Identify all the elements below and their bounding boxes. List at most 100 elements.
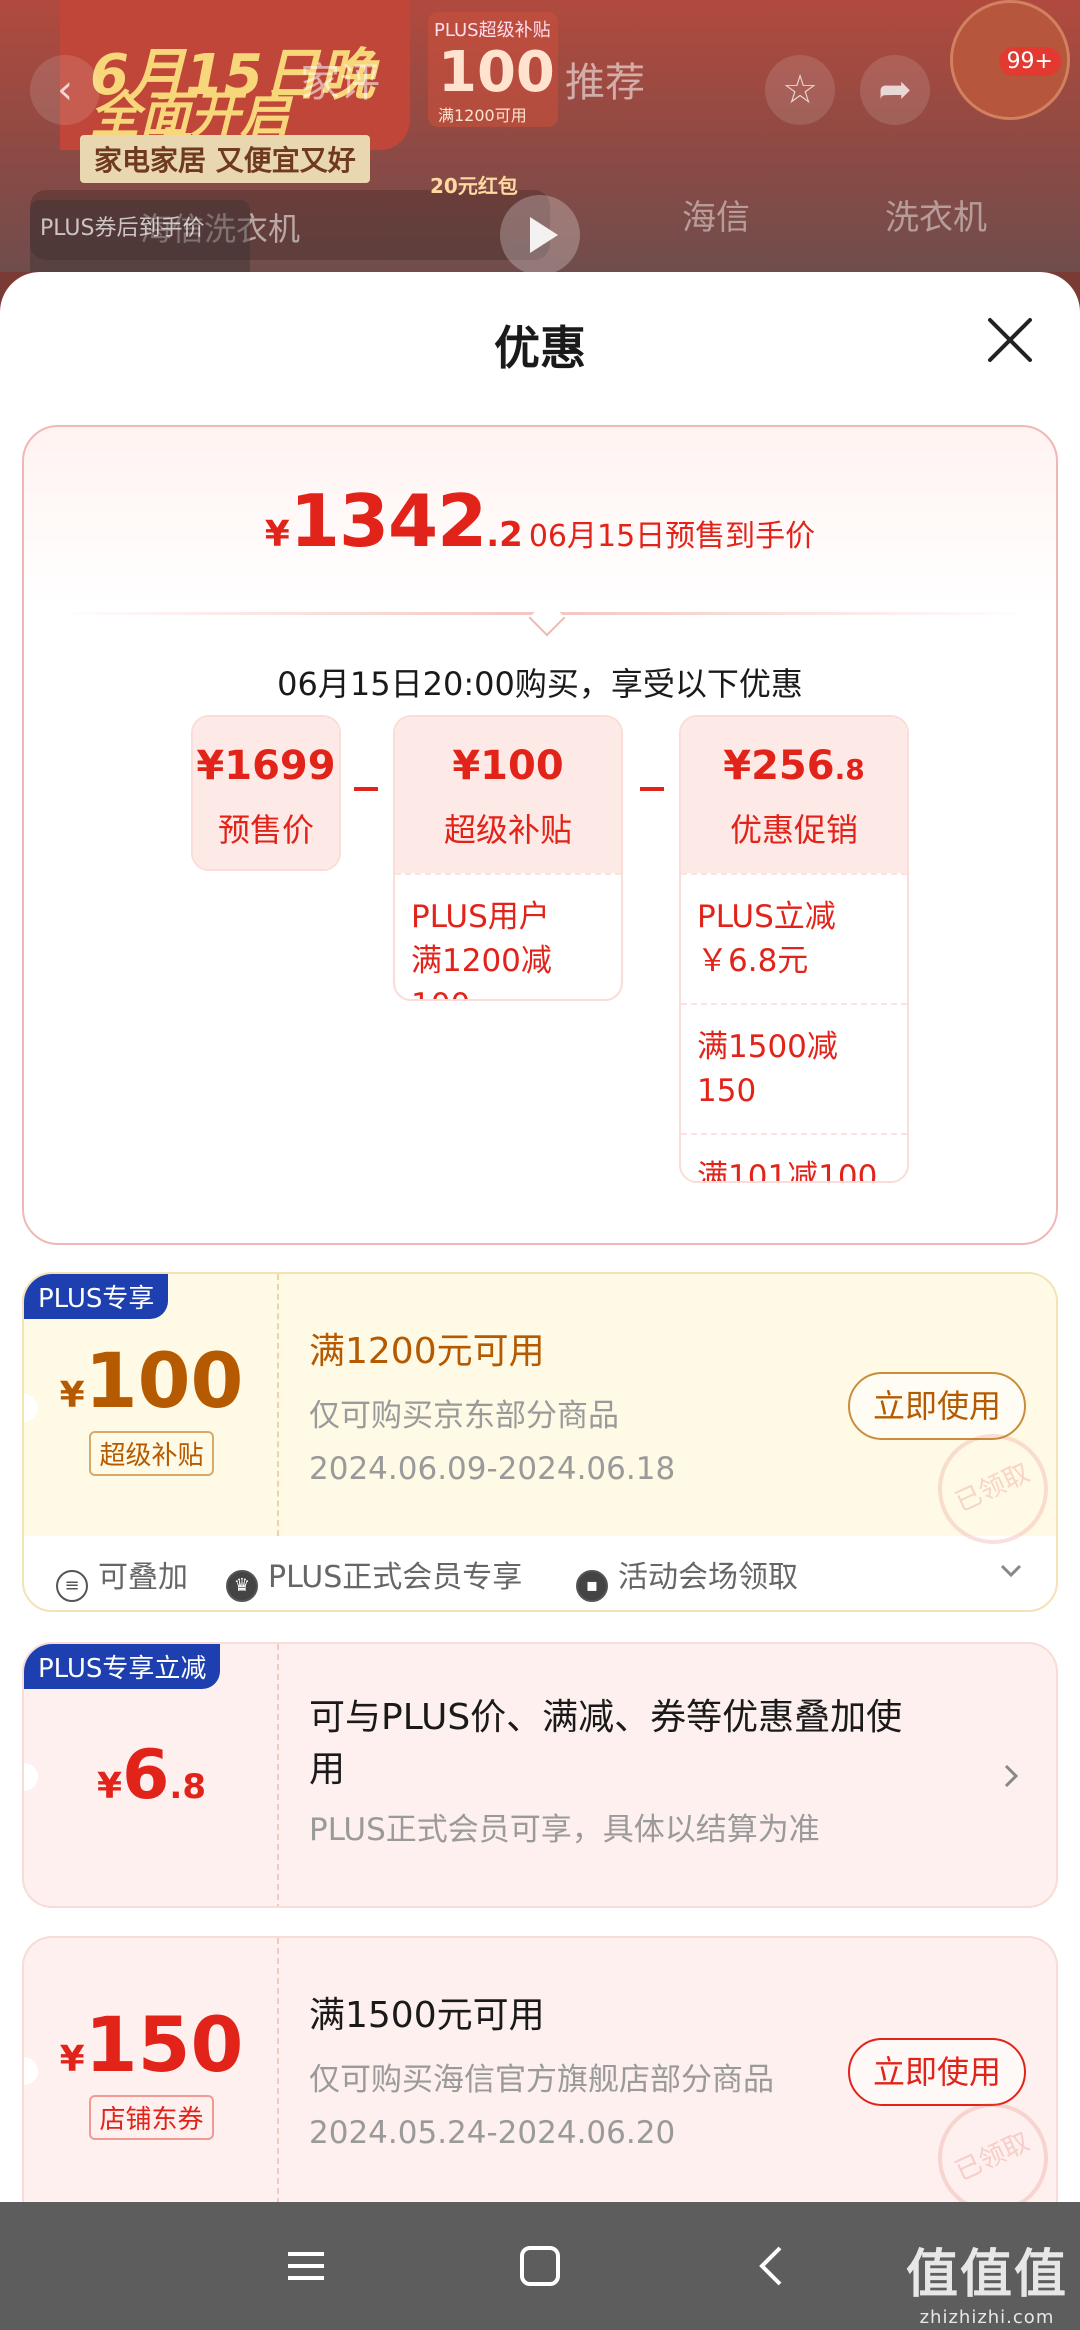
- banner-slogan: 家电家居 又便宜又好: [80, 135, 370, 183]
- promotion-box: ¥256.8 优惠促销 PLUS立减 ￥6.8元 满1500减150 满101减…: [679, 715, 909, 1183]
- shop-coupon[interactable]: ¥150 店铺东券 满1500元可用 仅可购买海信官方旗舰店部分商品 2024.…: [22, 1936, 1058, 2202]
- coupon-currency: ¥: [59, 1375, 85, 1416]
- subsidy-label: 超级补贴: [443, 811, 572, 849]
- coupon-title: 可与PLUS价、满减、券等优惠叠加使用: [309, 1697, 903, 1790]
- presale-amount: ¥1699: [196, 743, 336, 789]
- coupon-divider: [277, 1644, 279, 1906]
- coupon-details: 可与PLUS价、满减、券等优惠叠加使用 PLUS正式会员可享，具体以结算为准: [309, 1692, 906, 1849]
- coupon-amount-value: 100: [84, 1336, 244, 1425]
- feature-stackable: ≡ 可叠加: [56, 1552, 188, 1602]
- use-now-button[interactable]: 立即使用: [848, 2038, 1026, 2106]
- coupon-subtitle: PLUS正式会员可享，具体以结算为准: [309, 1812, 820, 1848]
- chevron-down-icon[interactable]: [996, 1556, 1026, 1586]
- close-icon[interactable]: [980, 310, 1040, 370]
- plus-subsidy-badge: PLUS超级补贴 100 满1200可用: [428, 12, 558, 127]
- ticket-icon: ▪: [576, 1570, 608, 1602]
- coupon-tag: PLUS专享: [24, 1274, 169, 1319]
- keyword-1[interactable]: 海信: [682, 190, 750, 239]
- final-price-dec: .2: [486, 515, 523, 555]
- price-box-amount: ¥256.8: [681, 717, 907, 789]
- price-box-label: PLUS券后到手价: [40, 216, 205, 241]
- plus-subsidy-coupon[interactable]: PLUS专享 ¥100 超级补贴 满1200元可用 仅可购买京东部分商品 202…: [22, 1272, 1058, 1612]
- promo-label: 优惠促销: [729, 811, 858, 849]
- back-icon[interactable]: [742, 2236, 802, 2296]
- chevron-right-icon[interactable]: [996, 1758, 1026, 1794]
- coupon-amount: ¥150: [24, 2000, 279, 2089]
- background-product-header: 6月15日晚8点 全面开启 家电家居 又便宜又好 ‹ 家评 PLUS超级补贴 1…: [0, 0, 1080, 272]
- watermark-url: zhizhizhi.com: [919, 2307, 1055, 2328]
- back-icon[interactable]: ‹: [30, 55, 100, 125]
- play-icon[interactable]: [500, 195, 580, 272]
- keyword-2[interactable]: 洗衣机: [885, 190, 987, 239]
- summary-notch: [528, 599, 566, 637]
- coupon-date: 2024.05.24-2024.06.20: [309, 2115, 676, 2151]
- final-price-currency: ¥: [264, 514, 290, 555]
- presale-label: 预售价: [217, 811, 314, 849]
- super-subsidy-box: ¥100 超级补贴 PLUS用户 满1200减100: [393, 715, 623, 1001]
- minus-sign: [354, 787, 378, 791]
- coupon-amount-dec: .8: [169, 1767, 206, 1807]
- coupon-amount-value: 6: [122, 1736, 170, 1815]
- promo-rule: 满1500减150: [681, 1003, 907, 1133]
- coupon-tag: PLUS专享立减: [24, 1644, 221, 1689]
- stack-icon: ≡: [56, 1570, 88, 1602]
- bg-tab-recommend[interactable]: 推荐: [565, 50, 645, 108]
- subsidy-rule: PLUS用户 满1200减100: [395, 873, 621, 999]
- feature-label: 活动会场领取: [618, 1560, 798, 1595]
- coupon-divider: [277, 1938, 279, 2202]
- jd-recommend-badge[interactable]: 99+: [950, 0, 1070, 120]
- coupon-divider: [277, 1274, 279, 1536]
- presale-price-box: ¥1699 预售价: [191, 715, 341, 871]
- price-box-amount: ¥100: [395, 717, 621, 789]
- final-price-desc: 06月15日预售到手价: [528, 519, 816, 554]
- badge-count: 99+: [998, 47, 1061, 76]
- plus-subsidy-cond: 满1200可用: [438, 106, 527, 125]
- sheet-title: 优惠: [494, 321, 586, 375]
- final-price-int: 1342: [289, 479, 487, 563]
- coupon-currency: ¥: [59, 2039, 85, 2080]
- price-box-amount: ¥1699: [193, 717, 339, 789]
- coupon-date: 2024.06.09-2024.06.18: [309, 1451, 676, 1487]
- price-box: PLUS券后到手价: [30, 200, 250, 272]
- coupon-value: ¥6.8: [24, 1736, 279, 1815]
- coupon-value: ¥100 超级补贴: [24, 1336, 279, 1476]
- coupon-amount: ¥6.8: [24, 1736, 279, 1815]
- final-price: ¥1342.2 06月15日预售到手价: [24, 479, 1056, 563]
- use-now-button[interactable]: 立即使用: [848, 1372, 1026, 1440]
- feature-plus-only: ♛ PLUS正式会员专享: [226, 1552, 522, 1602]
- star-icon[interactable]: ☆: [765, 55, 835, 125]
- plus-subsidy-value: 100: [438, 40, 555, 105]
- plus-subsidy-label: PLUS超级补贴: [434, 20, 551, 41]
- crown-icon: ♛: [226, 1570, 258, 1602]
- coupon-kind: 店铺东券: [89, 2095, 214, 2140]
- coupon-currency: ¥: [97, 1766, 123, 1807]
- promo-amount: ¥256: [723, 743, 835, 789]
- site-watermark: 值值值 zhizhizhi.com: [906, 2232, 1068, 2328]
- coupon-value: ¥150 店铺东券: [24, 2000, 279, 2140]
- menu-icon[interactable]: [276, 2236, 336, 2296]
- minus-sign: [640, 787, 664, 791]
- coupon-title: 满1200元可用: [309, 1331, 545, 1372]
- promo-amount-dec: .8: [834, 753, 865, 786]
- coupon-kind: 超级补贴: [89, 1431, 214, 1476]
- discount-sheet: 优惠 ¥1342.2 06月15日预售到手价 06月15日20:00购买，享受以下…: [0, 272, 1080, 2202]
- coupon-title: 满1500元可用: [309, 1995, 545, 2036]
- live-text: 20元红包: [430, 174, 518, 198]
- coupon-amount: ¥100: [24, 1336, 279, 1425]
- bg-tab-review[interactable]: 家评: [300, 50, 380, 108]
- price-box-head: ¥256.8 优惠促销: [681, 717, 907, 873]
- home-icon[interactable]: [510, 2236, 570, 2296]
- feature-label: 可叠加: [98, 1560, 188, 1595]
- price-box-head: ¥1699 预售价: [193, 717, 339, 869]
- buy-info: 06月15日20:00购买，享受以下优惠: [277, 665, 803, 703]
- feature-label: PLUS正式会员专享: [268, 1560, 523, 1595]
- price-summary-card: ¥1342.2 06月15日预售到手价 06月15日20:00购买，享受以下优惠 …: [22, 425, 1058, 1245]
- watermark-title: 值值值: [905, 2245, 1068, 2305]
- share-icon[interactable]: ➦: [860, 55, 930, 125]
- feature-venue: ▪ 活动会场领取: [576, 1552, 798, 1602]
- price-box-head: ¥100 超级补贴: [395, 717, 621, 873]
- subsidy-amount: ¥100: [452, 743, 564, 789]
- plus-instant-discount-coupon[interactable]: PLUS专享立减 ¥6.8 可与PLUS价、满减、券等优惠叠加使用 PLUS正式…: [22, 1642, 1058, 1908]
- coupon-amount-value: 150: [84, 2000, 244, 2089]
- promo-rule: PLUS立减 ￥6.8元: [681, 873, 907, 1003]
